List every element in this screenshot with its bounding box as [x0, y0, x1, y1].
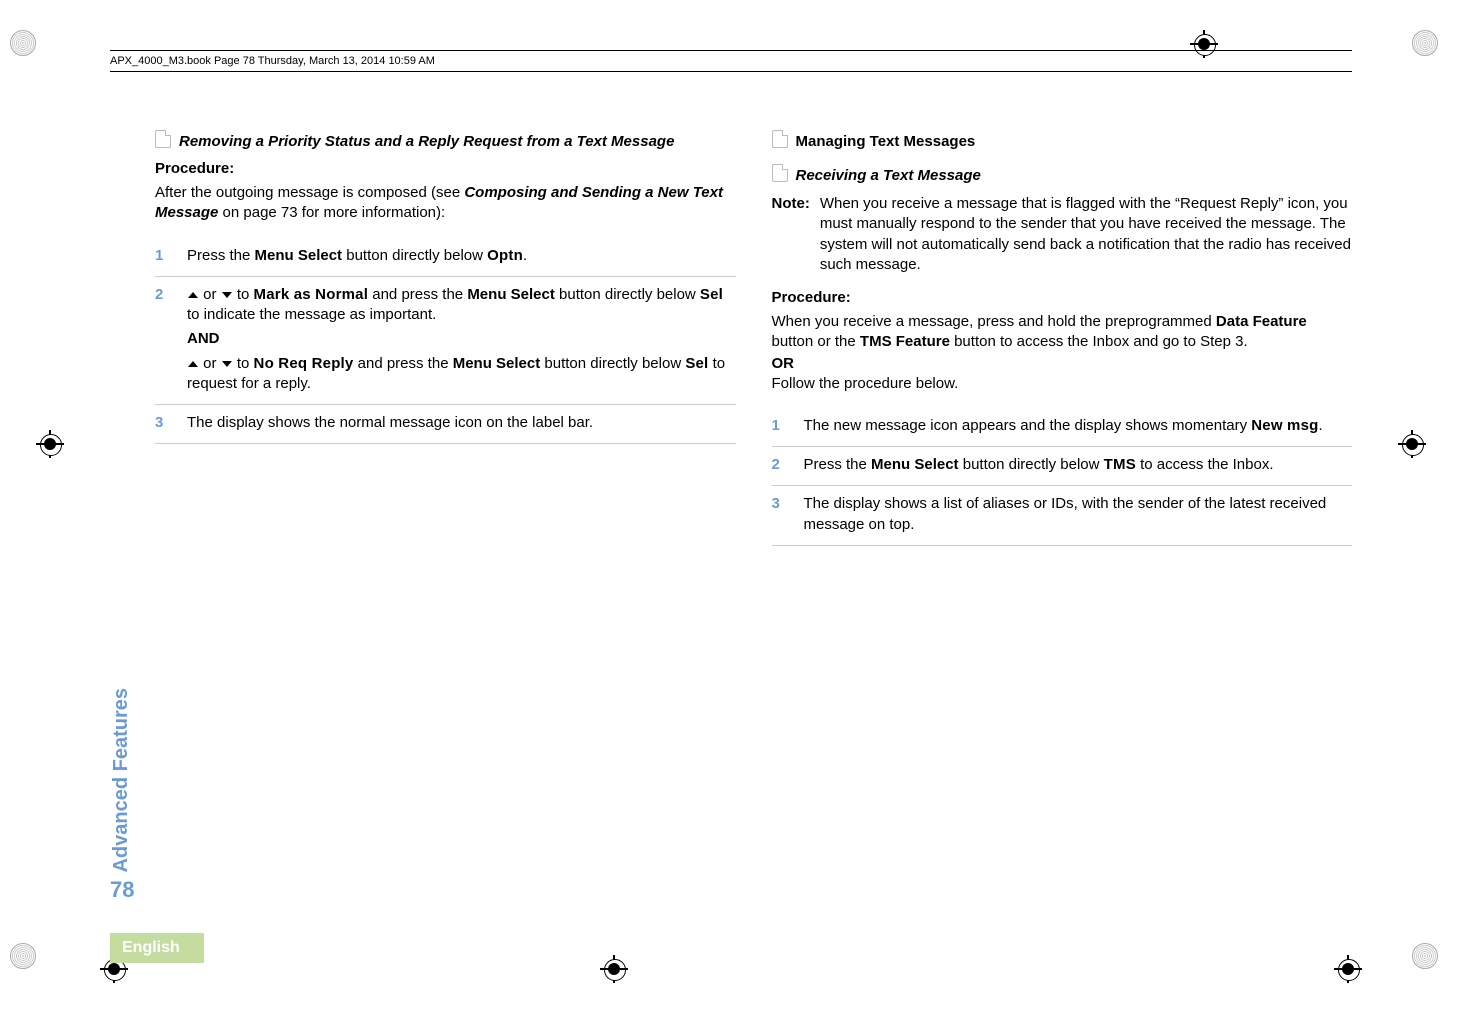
- right-heading-text: Receiving a Text Message: [796, 167, 981, 184]
- page-icon: [772, 130, 788, 148]
- text: After the outgoing message is composed (…: [155, 184, 464, 201]
- crop-mark-top-right: [1412, 30, 1452, 70]
- step-2: 2 or to Mark as Normal and press the Men…: [155, 277, 736, 405]
- note-block: Note: When you receive a message that is…: [772, 194, 1353, 275]
- step-1: 1 Press the Menu Select button directly …: [155, 238, 736, 277]
- step-body: or to Mark as Normal and press the Menu …: [187, 285, 736, 394]
- page-icon: [772, 164, 788, 182]
- or-text: Follow the procedure below.: [772, 374, 1353, 394]
- procedure-label: Procedure:: [155, 160, 736, 177]
- text: to: [233, 355, 254, 372]
- softkey-optn: Optn: [487, 247, 523, 264]
- step-body-cont: or to No Req Reply and press the Menu Se…: [187, 354, 736, 395]
- step-number: 3: [772, 494, 790, 535]
- running-header: APX_4000_M3.book Page 78 Thursday, March…: [110, 50, 1352, 72]
- page-icon: [155, 130, 171, 148]
- text: .: [523, 247, 527, 264]
- button-ref: Menu Select: [871, 456, 959, 473]
- crop-mark-bottom-right: [1412, 943, 1452, 983]
- text: button directly below: [342, 247, 487, 264]
- crop-mark-bottom-left: [10, 943, 50, 983]
- section-title: Managing Text Messages: [796, 133, 976, 150]
- registration-mark-bottom-mid: [600, 955, 628, 983]
- text: and press the: [368, 286, 467, 303]
- or-label: OR: [772, 355, 1353, 372]
- step-number: 2: [155, 285, 173, 394]
- step-body: The new message icon appears and the dis…: [804, 416, 1323, 436]
- option-mark-as-normal: Mark as Normal: [254, 286, 369, 303]
- display-new-msg: New msg: [1251, 417, 1318, 434]
- left-heading: Removing a Priority Status and a Reply R…: [155, 130, 736, 150]
- text: button directly below: [540, 355, 685, 372]
- text: .: [1319, 417, 1323, 434]
- left-column: Removing a Priority Status and a Reply R…: [155, 130, 736, 546]
- right-heading: Receiving a Text Message: [772, 164, 1353, 184]
- step-body: The display shows a list of aliases or I…: [804, 494, 1353, 535]
- and-label: AND: [187, 329, 736, 349]
- text: and press the: [353, 355, 452, 372]
- right-column: Managing Text Messages Receiving a Text …: [772, 130, 1353, 546]
- step-1: 1 The new message icon appears and the d…: [772, 408, 1353, 447]
- language-tab: English: [110, 933, 204, 963]
- procedure-label: Procedure:: [772, 289, 1353, 306]
- left-intro: After the outgoing message is composed (…: [155, 183, 736, 224]
- text: or: [199, 355, 221, 372]
- text: button to access the Inbox and go to Ste…: [950, 333, 1248, 350]
- crop-mark-top-left: [10, 30, 50, 70]
- step-2: 2 Press the Menu Select button directly …: [772, 447, 1353, 486]
- text: or: [199, 286, 221, 303]
- side-section-label: Advanced Features: [110, 688, 133, 873]
- text: button or the: [772, 333, 860, 350]
- up-arrow-icon: [188, 292, 198, 298]
- up-arrow-icon: [188, 361, 198, 367]
- page-number: 78: [110, 877, 134, 903]
- button-ref: Menu Select: [453, 355, 541, 372]
- note-text: When you receive a message that is flagg…: [820, 194, 1352, 275]
- softkey-tms: TMS: [1104, 456, 1136, 473]
- button-ref: Menu Select: [255, 247, 343, 264]
- down-arrow-icon: [222, 292, 232, 298]
- main-content: Removing a Priority Status and a Reply R…: [155, 130, 1352, 546]
- button-ref: Menu Select: [467, 286, 555, 303]
- text: to: [233, 286, 254, 303]
- right-section-heading: Managing Text Messages: [772, 130, 1353, 150]
- step-3: 3 The display shows the normal message i…: [155, 405, 736, 444]
- button-ref: Data Feature: [1216, 313, 1307, 330]
- registration-mark-bottom-right: [1334, 955, 1362, 983]
- left-heading-text: Removing a Priority Status and a Reply R…: [179, 133, 674, 150]
- step-number: 1: [772, 416, 790, 436]
- softkey-sel: Sel: [700, 286, 723, 303]
- note-label: Note:: [772, 194, 810, 275]
- down-arrow-icon: [222, 361, 232, 367]
- proc-intro: When you receive a message, press and ho…: [772, 312, 1353, 353]
- right-steps: 1 The new message icon appears and the d…: [772, 408, 1353, 546]
- step-number: 2: [772, 455, 790, 475]
- running-header-text: APX_4000_M3.book Page 78 Thursday, March…: [110, 55, 435, 67]
- step-body: The display shows the normal message ico…: [187, 413, 593, 433]
- text: When you receive a message, press and ho…: [772, 313, 1216, 330]
- text: to access the Inbox.: [1136, 456, 1274, 473]
- text: on page 73 for more information):: [218, 204, 445, 221]
- text: button directly below: [555, 286, 700, 303]
- text: to indicate the message as important.: [187, 306, 436, 323]
- softkey-sel: Sel: [685, 355, 708, 372]
- text: Press the: [804, 456, 872, 473]
- option-no-req-reply: No Req Reply: [254, 355, 354, 372]
- step-body: Press the Menu Select button directly be…: [804, 455, 1274, 475]
- text: Press the: [187, 247, 255, 264]
- registration-mark-right: [1398, 430, 1426, 458]
- step-body: Press the Menu Select button directly be…: [187, 246, 527, 266]
- left-steps: 1 Press the Menu Select button directly …: [155, 238, 736, 445]
- button-ref: TMS Feature: [860, 333, 950, 350]
- registration-mark-left: [36, 430, 64, 458]
- step-3: 3 The display shows a list of aliases or…: [772, 486, 1353, 546]
- step-number: 1: [155, 246, 173, 266]
- text: button directly below: [959, 456, 1104, 473]
- text: The new message icon appears and the dis…: [804, 417, 1252, 434]
- step-number: 3: [155, 413, 173, 433]
